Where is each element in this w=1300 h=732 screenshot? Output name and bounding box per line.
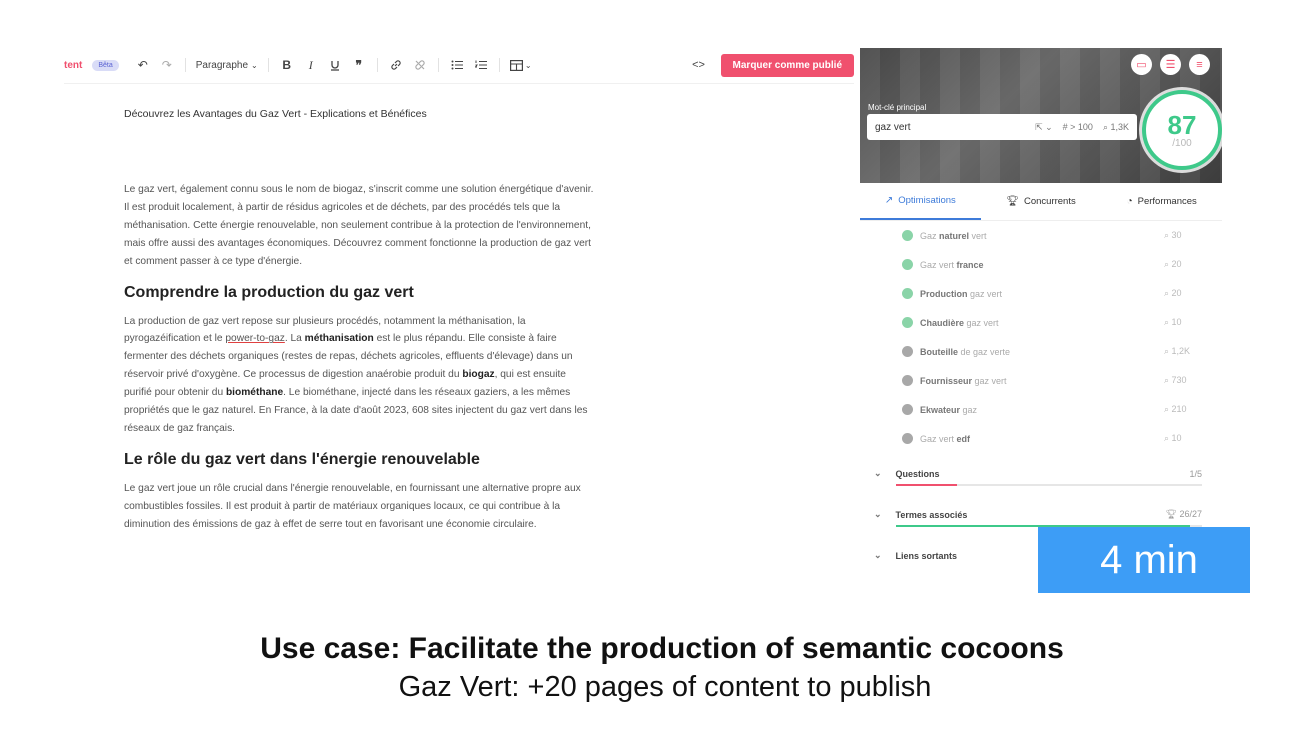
keyword-row[interactable]: Production gaz vert ⌕ 20 bbox=[902, 279, 1202, 308]
keyword-row[interactable]: Bouteille de gaz verte ⌕ 1,2K bbox=[902, 337, 1202, 366]
toolbar-divider bbox=[376, 58, 378, 72]
toolbar-divider bbox=[184, 58, 186, 72]
misspelled-word: power-to-gaz bbox=[225, 333, 285, 345]
keyword-text: Bouteille de gaz verte bbox=[920, 346, 1011, 357]
keyword-text: Gaz vert edf bbox=[920, 433, 971, 444]
underline-icon bbox=[330, 60, 339, 71]
underline-button[interactable] bbox=[323, 54, 347, 76]
keyword-label: Mot-clé principal bbox=[868, 103, 927, 112]
numbered-list-icon[interactable] bbox=[469, 54, 493, 76]
keyword-row[interactable]: Chaudière gaz vert ⌕ 10 bbox=[902, 308, 1202, 337]
score-gauge: 87 /100 bbox=[1142, 90, 1222, 170]
chat-icon[interactable]: ▭ bbox=[1131, 54, 1152, 75]
score-max: /100 bbox=[1172, 137, 1192, 149]
link-icon[interactable] bbox=[384, 54, 408, 76]
redo-icon[interactable]: ↷ bbox=[155, 54, 179, 76]
production-paragraph[interactable]: La production de gaz vert repose sur plu… bbox=[124, 313, 594, 438]
status-dot bbox=[902, 375, 913, 386]
status-dot bbox=[902, 230, 913, 241]
trophy-icon: 🏆︎ bbox=[1165, 509, 1177, 519]
status-dot bbox=[902, 259, 913, 270]
questions-progress bbox=[896, 484, 1202, 486]
tab-performances[interactable]: ◔ Performances bbox=[1101, 183, 1222, 220]
keyword-row[interactable]: Ekwateur gaz ⌕ 210 bbox=[902, 395, 1202, 424]
bold-button[interactable]: B bbox=[275, 54, 299, 76]
toolbar-divider bbox=[498, 58, 500, 72]
keyword-volume: ⌕ 20 bbox=[1164, 288, 1182, 298]
heading-production[interactable]: Comprendre la production du gaz vert bbox=[124, 284, 594, 302]
chevron-down-icon: ⌄ bbox=[524, 60, 532, 70]
unlink-icon[interactable] bbox=[408, 54, 432, 76]
document-body[interactable]: Découvrez les Avantages du Gaz Vert - Ex… bbox=[124, 108, 594, 547]
caption-subtitle: Gaz Vert: +20 pages of content to publis… bbox=[398, 671, 932, 703]
keyword-volume: ⌕ 10 bbox=[1164, 433, 1182, 443]
quote-icon[interactable]: ❞ bbox=[347, 54, 371, 76]
keyword-volume: ⌕ 210 bbox=[1164, 404, 1187, 414]
keyword-text: Ekwateur gaz bbox=[920, 404, 978, 415]
role-paragraph[interactable]: Le gaz vert joue un rôle crucial dans l'… bbox=[124, 480, 594, 534]
toolbar-separator bbox=[64, 83, 854, 84]
keyword-list: Gaz naturel vert ⌕ 30 Gaz vert france ⌕ 20 P… bbox=[860, 221, 1222, 453]
keyword-volume: ⌕ 730 bbox=[1164, 375, 1187, 385]
chevron-down-icon: ⌄ bbox=[874, 550, 882, 560]
keyword-text: Fournisseur gaz vert bbox=[920, 375, 1007, 386]
beta-badge: Bêta bbox=[92, 59, 119, 71]
tab-concurrents[interactable]: 🏆︎ Concurrents bbox=[981, 183, 1102, 220]
status-dot bbox=[902, 288, 913, 299]
panel-tabs: ↗ Optimisations 🏆︎ Concurrents ◔ Performanc… bbox=[860, 183, 1222, 221]
document-title[interactable]: Découvrez les Avantages du Gaz Vert - Ex… bbox=[124, 108, 594, 120]
panel-header: ▭ ☰ ≡ Mot-clé principal gaz vert ⇱ ⌄ # >… bbox=[860, 48, 1222, 183]
status-dot bbox=[902, 404, 913, 415]
paragraph-select-label: Paragraphe bbox=[195, 59, 249, 71]
tab-optimisations[interactable]: ↗ Optimisations bbox=[860, 183, 981, 220]
keyword-text: Gaz naturel vert bbox=[920, 230, 987, 241]
keyword-volume: ⌕ 1,2K bbox=[1164, 346, 1191, 356]
intro-paragraph[interactable]: Le gaz vert, également connu sous le nom… bbox=[124, 181, 594, 271]
keyword-text: Chaudière gaz vert bbox=[920, 317, 999, 328]
keyword-input[interactable]: gaz vert ⇱ ⌄ # > 100 ⌕ 1,3K bbox=[867, 114, 1137, 140]
score-value: 87 bbox=[1167, 109, 1197, 140]
chevron-down-icon: ⌄ bbox=[874, 468, 882, 478]
toolbar-divider bbox=[267, 58, 269, 72]
keyword-row[interactable]: Gaz vert france ⌕ 20 bbox=[902, 250, 1202, 279]
undo-icon[interactable]: ↶ bbox=[131, 54, 155, 76]
heading-role[interactable]: Le rôle du gaz vert dans l'énergie renou… bbox=[124, 451, 594, 469]
code-view-icon[interactable]: <> bbox=[687, 54, 711, 76]
brand-fragment: tent bbox=[64, 59, 83, 71]
keyword-volume: ⌕ 20 bbox=[1164, 259, 1182, 269]
chevron-down-icon: ⌄ bbox=[874, 509, 882, 519]
status-dot bbox=[902, 346, 913, 357]
keyword-text: Production gaz vert bbox=[920, 288, 1003, 299]
editor-toolbar: tent Bêta ↶ ↷ Paragraphe ⌄ B I ❞ ⌄ <> Ma… bbox=[64, 52, 854, 78]
outline-icon[interactable]: ≡ bbox=[1189, 54, 1210, 75]
keyword-row[interactable]: Gaz vert edf ⌕ 10 bbox=[902, 424, 1202, 453]
table-icon[interactable]: ⌄ bbox=[506, 54, 536, 76]
italic-button[interactable]: I bbox=[299, 54, 323, 76]
section-questions[interactable]: ⌄ Questions 1/5 bbox=[860, 453, 1222, 494]
status-dot bbox=[902, 433, 913, 444]
keyword-text: Gaz vert france bbox=[920, 259, 984, 270]
keyword-row[interactable]: Fournisseur gaz vert ⌕ 730 bbox=[902, 366, 1202, 395]
keyword-volume: ⌕ 30 bbox=[1164, 230, 1182, 240]
toolbar-divider bbox=[437, 58, 439, 72]
seo-panel: ▭ ☰ ≡ Mot-clé principal gaz vert ⇱ ⌄ # >… bbox=[860, 48, 1222, 570]
keyword-volume: ⌕ 10 bbox=[1164, 317, 1182, 327]
cursor-icon: ⇱ ⌄ bbox=[1035, 121, 1053, 132]
trend-icon: ↗ bbox=[884, 195, 894, 206]
gauge-icon: ◔ bbox=[1126, 196, 1133, 207]
status-dot bbox=[902, 317, 913, 328]
chevron-down-icon: ⌄ bbox=[251, 60, 258, 70]
time-badge: 4 min bbox=[1038, 527, 1250, 593]
keyword-row[interactable]: Gaz naturel vert ⌕ 30 bbox=[902, 221, 1202, 250]
keyword-value: gaz vert bbox=[875, 121, 911, 133]
search-volume: ⌕ 1,3K bbox=[1102, 121, 1129, 132]
mark-published-button[interactable]: Marquer comme publié bbox=[720, 53, 854, 77]
checklist-icon[interactable]: ☰ bbox=[1160, 54, 1181, 75]
caption-title: Use case: Facilitate the production of s… bbox=[260, 632, 1064, 665]
paragraph-select[interactable]: Paragraphe ⌄ bbox=[192, 60, 262, 71]
keyword-volume: # > 100 bbox=[1062, 122, 1093, 132]
trophy-icon: 🏆︎ bbox=[1006, 196, 1019, 207]
bullet-list-icon[interactable] bbox=[445, 54, 469, 76]
